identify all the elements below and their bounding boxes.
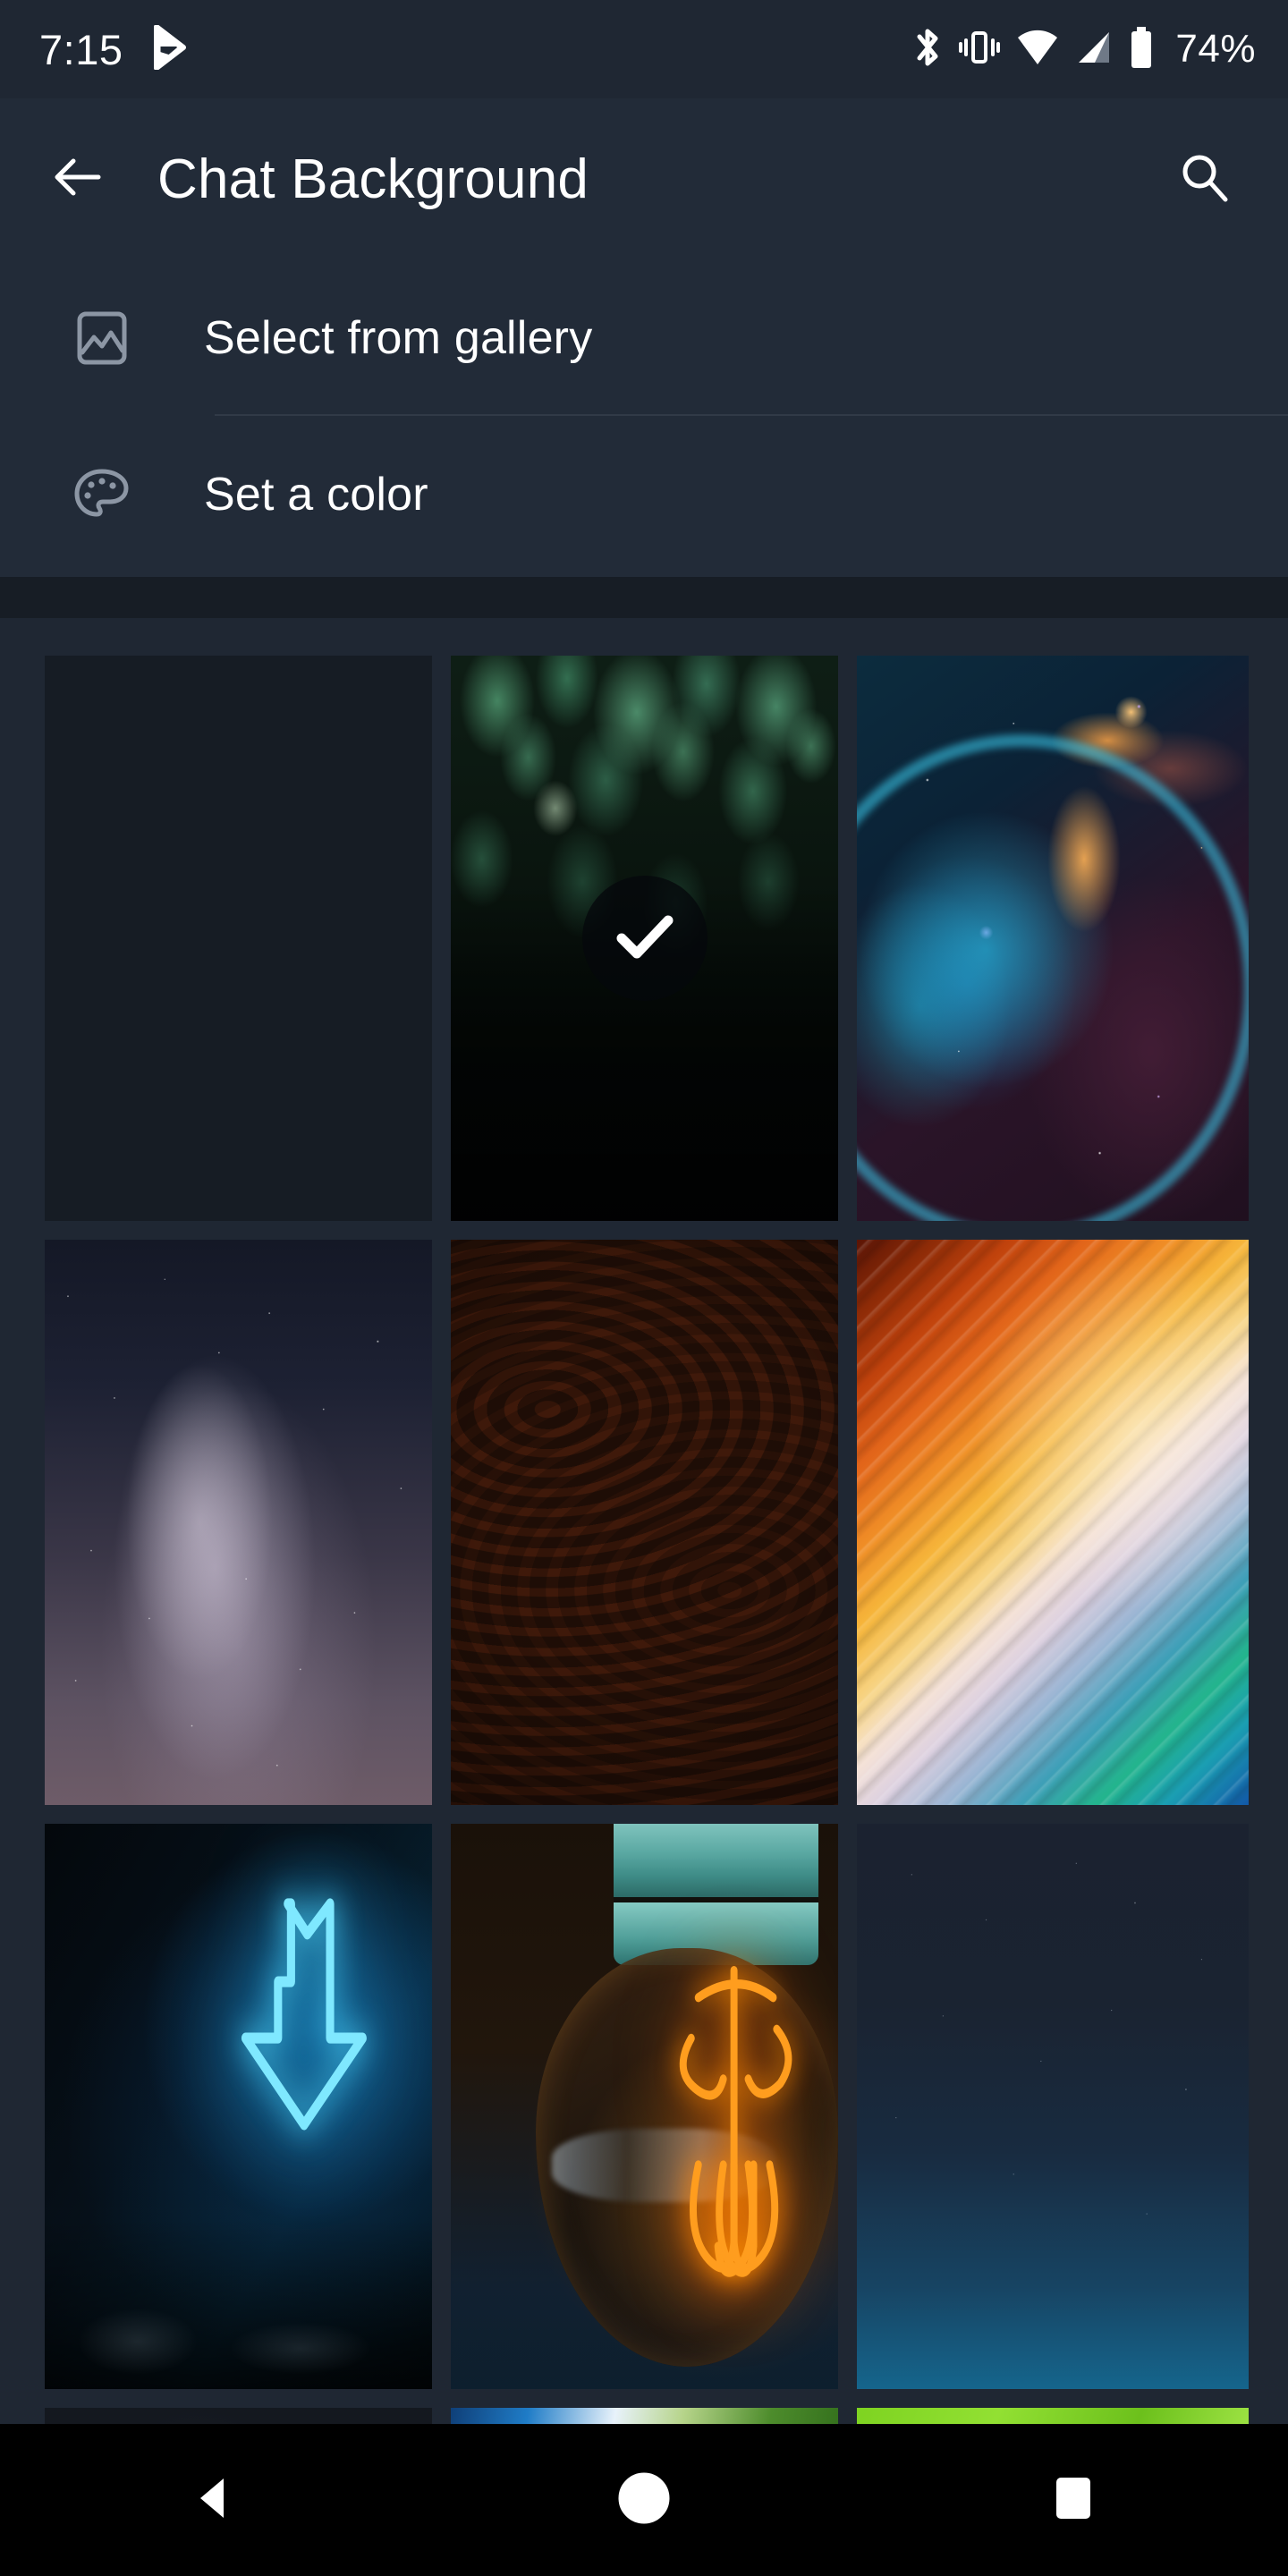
wallpaper-tile-blue-green-landscape[interactable]: [451, 2408, 838, 2424]
selected-check-badge: [581, 876, 708, 1001]
wallpaper-tile-dark-abstract[interactable]: [45, 2408, 432, 2424]
status-bar-system-icons: 74%: [912, 26, 1256, 73]
back-button[interactable]: [27, 129, 127, 229]
section-separator: [0, 577, 1288, 618]
search-button[interactable]: [1154, 129, 1254, 229]
wallpaper-tile-solid-dark[interactable]: [45, 656, 432, 1221]
menu-item-label: Select from gallery: [204, 311, 593, 364]
phone-screen: 7:15 74% Chat Background Select from gal…: [0, 0, 1288, 2576]
wallpaper-grid[interactable]: [0, 618, 1288, 2424]
wallpaper-tile-green-grass[interactable]: [857, 2408, 1249, 2424]
status-bar: 7:15 74%: [0, 0, 1288, 98]
wallpaper-tile-coffee-beans[interactable]: [451, 1240, 838, 1805]
wallpaper-thumbnail: [45, 2408, 432, 2424]
wallpaper-tile-pine-forest[interactable]: [451, 656, 838, 1221]
app-toolbar: Chat Background: [0, 98, 1288, 259]
status-bar-notification-icons: [151, 23, 189, 74]
wallpaper-thumbnail: [45, 656, 432, 1221]
arrow-left-icon: [48, 148, 106, 210]
wallpaper-thumbnail: [857, 1824, 1249, 2389]
wallpaper-thumbnail: [451, 1240, 838, 1805]
wallpaper-tile-milky-way[interactable]: [45, 1240, 432, 1805]
options-menu: Select from gallery Set a color: [0, 259, 1288, 577]
cell-signal-icon: [1075, 29, 1113, 71]
nav-back-triangle-icon: [190, 2473, 240, 2528]
wallpaper-tile-night-sky[interactable]: [857, 1824, 1249, 2389]
battery-percent-label: 74%: [1175, 27, 1256, 71]
search-icon: [1176, 149, 1232, 209]
check-icon: [607, 899, 682, 979]
battery-icon: [1129, 26, 1154, 72]
wallpaper-thumbnail: [857, 656, 1249, 1221]
nav-home-circle-icon: [616, 2470, 672, 2530]
wallpaper-tile-neon-arrow[interactable]: [45, 1824, 432, 2389]
wallpaper-thumbnail: [451, 1824, 838, 2389]
nav-home-button[interactable]: [564, 2424, 724, 2576]
wallpaper-tile-blue-nebula[interactable]: [857, 656, 1249, 1221]
wallpaper-thumbnail: [857, 2408, 1249, 2424]
vibrate-icon: [959, 28, 1001, 72]
menu-item-label: Set a color: [204, 468, 428, 521]
wallpaper-thumbnail: [45, 1824, 432, 2389]
menu-item-select-from-gallery[interactable]: Select from gallery: [0, 259, 1288, 416]
android-navigation-bar: [0, 2424, 1288, 2576]
wallpaper-thumbnail: [857, 1240, 1249, 1805]
menu-item-set-a-color[interactable]: Set a color: [0, 416, 1288, 572]
wallpaper-tile-edison-bulb[interactable]: [451, 1824, 838, 2389]
wallpaper-thumbnail: [45, 1240, 432, 1805]
nav-recents-button[interactable]: [993, 2424, 1154, 2576]
wallpaper-tile-rainbow-streaks[interactable]: [857, 1240, 1249, 1805]
bluetooth-icon: [912, 26, 943, 73]
play-store-icon: [151, 23, 189, 74]
status-bar-clock: 7:15: [39, 25, 123, 73]
wallpaper-thumbnail: [451, 2408, 838, 2424]
wifi-icon: [1016, 29, 1059, 71]
nav-back-button[interactable]: [134, 2424, 295, 2576]
palette-icon: [70, 462, 134, 527]
nav-recents-square-icon: [1049, 2474, 1097, 2527]
page-title: Chat Background: [157, 148, 589, 210]
image-icon: [70, 306, 134, 370]
